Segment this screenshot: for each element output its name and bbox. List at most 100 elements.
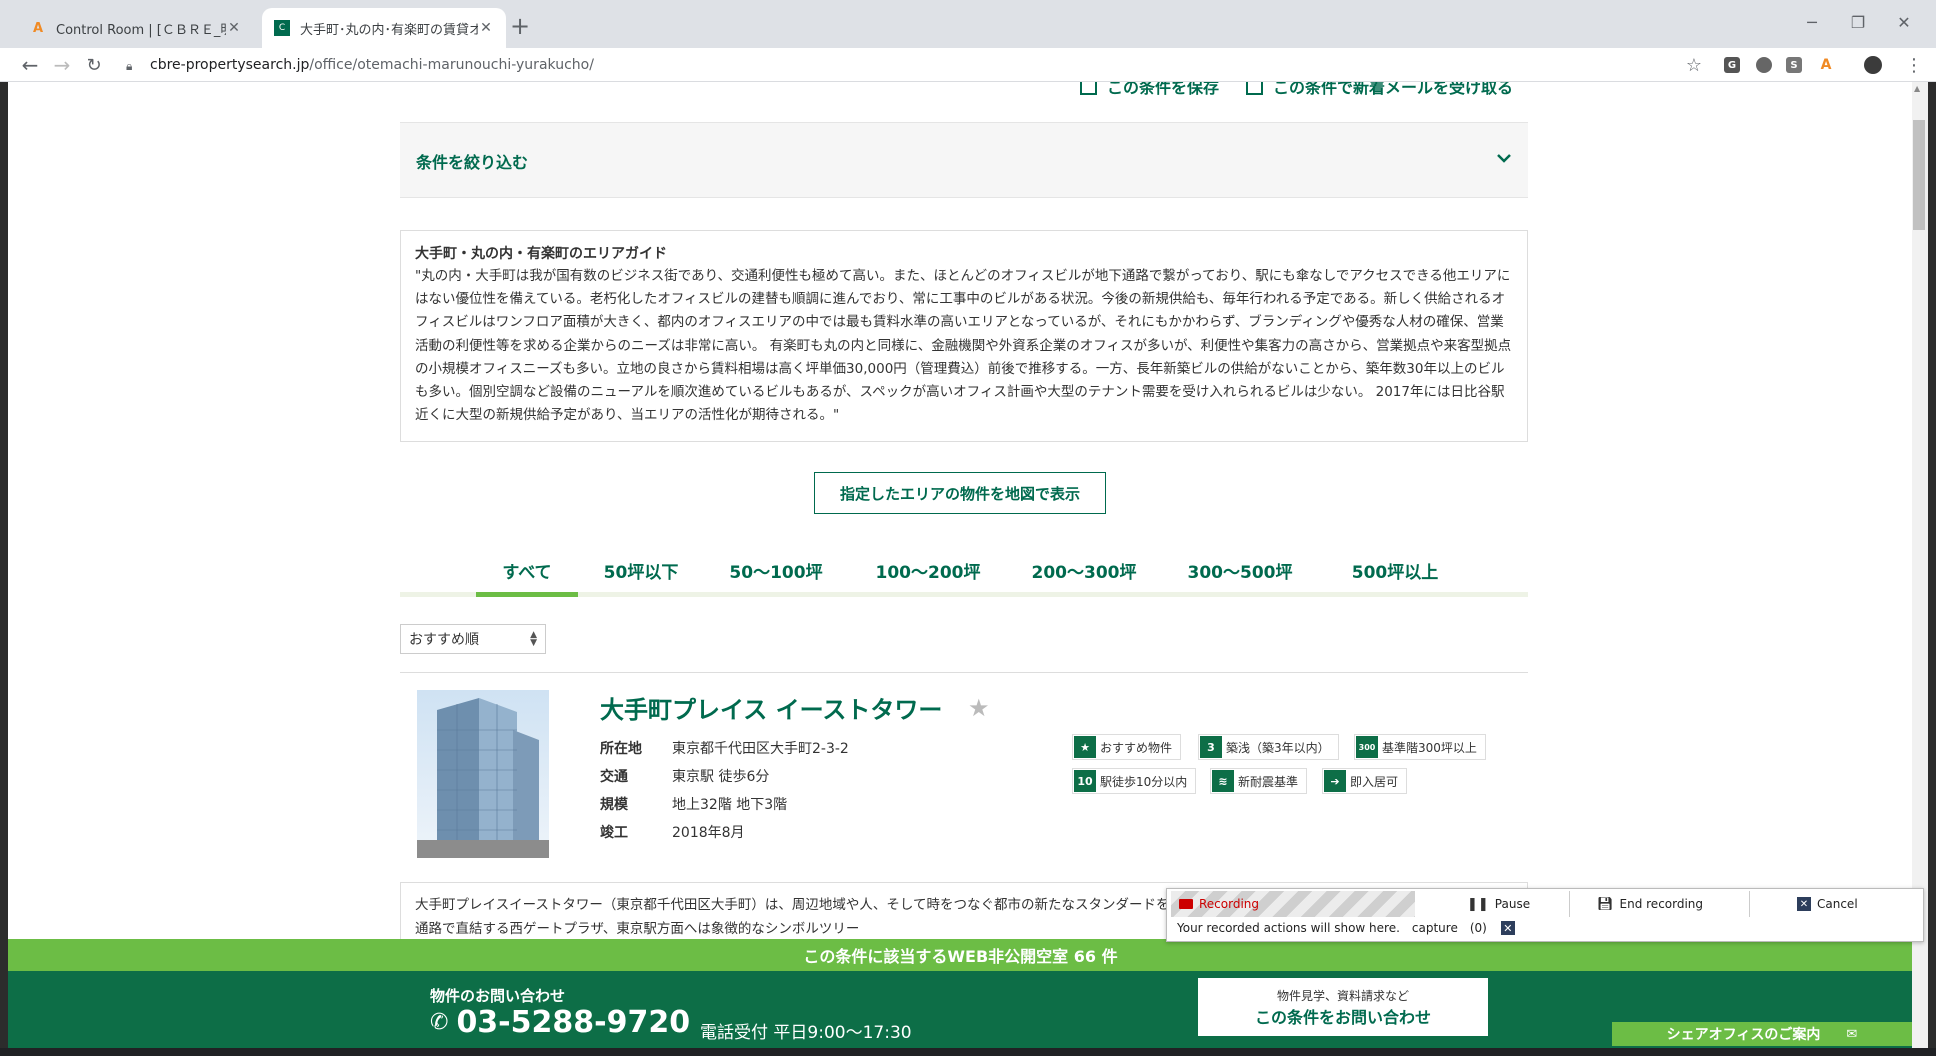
pause-icon: ❚❚ [1467,896,1489,912]
recording-status-label: Recording [1199,897,1260,911]
close-tab-icon[interactable]: ✕ [226,20,242,36]
badge-label: 新耐震基準 [1238,774,1299,789]
forward-icon[interactable]: → [48,51,76,79]
spec-key: 交通 [600,769,628,785]
lock-icon: 🔒︎ [126,59,133,73]
divider [1749,891,1750,917]
spec-scale: 規模 地上32階 地下3階 [600,794,787,814]
badge-seismic: ≋ 新耐震基準 [1210,768,1308,794]
extension-g-icon[interactable]: G [1724,57,1740,73]
profile-avatar[interactable] [1864,56,1882,74]
close-tab-icon[interactable]: ✕ [478,20,494,36]
show-map-button[interactable]: 指定したエリアの物件を地図で表示 [814,472,1106,514]
browser-toolbar: ← → ↻ 🔒︎ cbre-propertysearch.jp/office/o… [0,48,1936,82]
favorite-star-icon[interactable]: ★ [968,694,990,722]
recorder-message: Your recorded actions will show here. ca… [1177,921,1515,935]
contact-heading: 物件のお問い合わせ [430,987,566,1005]
automation-anywhere-extension-icon[interactable]: A [1818,57,1834,73]
checkbox-icon [1080,82,1097,95]
spec-value: 2018年8月 [672,825,745,841]
extension-s-icon[interactable]: S [1786,57,1802,73]
property-name[interactable]: 大手町プレイス イーストタワー [600,690,942,725]
close-window-button[interactable]: ✕ [1884,8,1924,36]
badge-label: 即入居可 [1350,774,1399,789]
walk-10-icon: 10 [1074,770,1096,792]
badge-label: おすすめ物件 [1100,740,1173,755]
extension-circle-icon[interactable] [1756,57,1772,73]
tab-100-200[interactable]: 100〜200坪 [860,558,996,588]
cancel-button[interactable]: ✕ Cancel [1797,891,1858,917]
address-bar[interactable]: 🔒︎ cbre-propertysearch.jp/office/otemach… [118,50,1696,80]
reload-icon[interactable]: ↻ [80,51,108,79]
cancel-label: Cancel [1817,897,1858,911]
spec-key: 規模 [600,797,628,813]
pause-button[interactable]: ❚❚ Pause [1467,891,1530,917]
save-mail-checkbox[interactable]: この条件で新着メールを受け取る [1246,82,1513,99]
badge-label: 基準階300坪以上 [1382,740,1477,755]
clear-capture-icon[interactable]: ✕ [1500,921,1515,935]
browser-tab-control-room[interactable]: A Control Room | [ＣＢＲＥ_明細取 ✕ [18,8,254,48]
recorder-message-text: Your recorded actions will show here. [1177,921,1400,935]
web-private-vacancy-banner[interactable]: この条件に該当するWEB非公開空室 66 件 [8,939,1913,971]
badge-walk-10: 10 駅徒歩10分以内 [1072,768,1197,794]
contact-phone[interactable]: ✆ 03-5288-9720 [430,1005,690,1040]
star-icon: ★ [1074,736,1096,758]
building-photo[interactable] [417,690,549,858]
bookmark-star-icon[interactable]: ☆ [1680,51,1708,79]
share-office-label: シェアオフィスのご案内 [1666,1027,1821,1043]
spec-completion: 竣工 2018年8月 [600,822,745,842]
recorder-panel: Recording ❚❚ Pause 💾︎ End recording ✕ Cance… [1166,888,1924,942]
cancel-icon: ✕ [1797,897,1811,911]
pause-label: Pause [1494,897,1531,911]
tab-50-100[interactable]: 50〜100坪 [708,558,844,588]
restore-button[interactable]: ❐ [1838,8,1878,36]
badge-label: 築浅（築3年以内） [1226,740,1330,755]
tab-title: Control Room | [ＣＢＲＥ_明細取 [56,22,226,38]
mail-icon: ✉ [1846,1026,1858,1042]
save-condition-checkbox[interactable]: この条件を保存 [1080,82,1219,99]
tab-strip: A Control Room | [ＣＢＲＥ_明細取 ✕ C 大手町･丸の内･有… [0,0,1936,48]
save-condition-label: この条件を保存 [1107,82,1220,97]
guide-title: 大手町・丸の内・有楽町のエリアガイド [415,246,667,262]
scroll-up-icon[interactable]: ▲ [1914,84,1920,93]
refine-accordion[interactable]: 条件を絞り込む [400,122,1528,198]
tab-300-500[interactable]: 300〜500坪 [1172,558,1308,588]
contact-hours: 電話受付 平日9:00〜17:30 [700,1023,912,1043]
spec-value: 東京駅 徒歩6分 [672,769,770,785]
list-separator [400,672,1528,673]
end-recording-button[interactable]: 💾︎ End recording [1597,891,1703,917]
back-icon[interactable]: ← [16,51,44,79]
capture-label: capture [1411,921,1458,935]
minimize-button[interactable]: ─ [1792,8,1832,36]
tab-over-500[interactable]: 500坪以上 [1330,558,1460,588]
os-taskbar [0,1048,1936,1056]
recording-status: Recording [1171,891,1415,917]
share-office-button[interactable]: シェアオフィスのご案内 ✉ [1612,1022,1912,1046]
spec-address: 所在地 東京都千代田区大手町2-3-2 [600,738,849,758]
browser-tab-cbre[interactable]: C 大手町･丸の内･有楽町の賃貸オフ ✕ [262,8,506,48]
inquire-button[interactable]: 物件見学、資料請求など この条件をお問い合わせ [1198,978,1488,1036]
guide-text: "丸の内・大手町は我が国有数のビジネス街であり、交通利便性も極めて高い。また、ほ… [415,268,1512,424]
tab-all[interactable]: すべて [476,558,578,588]
new-tab-button[interactable]: + [506,12,534,40]
left-edge [0,82,8,1056]
sort-select[interactable]: おすすめ順 ▲ ▼ [400,624,546,654]
right-edge [1928,82,1936,1056]
capture-count: (0) [1469,921,1487,935]
camera-icon [1179,899,1193,909]
tab-under-50[interactable]: 50坪以下 [586,558,696,588]
badge-move-in: ➔ 即入居可 [1322,768,1408,794]
menu-kebab-icon[interactable]: ⋮ [1900,51,1928,79]
divider [1569,891,1570,917]
badge-recommended: ★ おすすめ物件 [1072,734,1182,760]
scrollbar-thumb[interactable] [1913,120,1925,230]
spec-value: 東京都千代田区大手町2-3-2 [672,741,849,757]
cbre-icon: C [274,20,290,36]
badge-label: 駅徒歩10分以内 [1100,774,1188,789]
move-in-icon: ➔ [1324,770,1346,792]
tab-200-300[interactable]: 200〜300坪 [1016,558,1152,588]
checkbox-icon [1246,82,1263,95]
tab-active-indicator [476,592,578,597]
tab-title: 大手町･丸の内･有楽町の賃貸オフ [300,22,478,38]
new-building-icon: 3 [1200,736,1222,758]
